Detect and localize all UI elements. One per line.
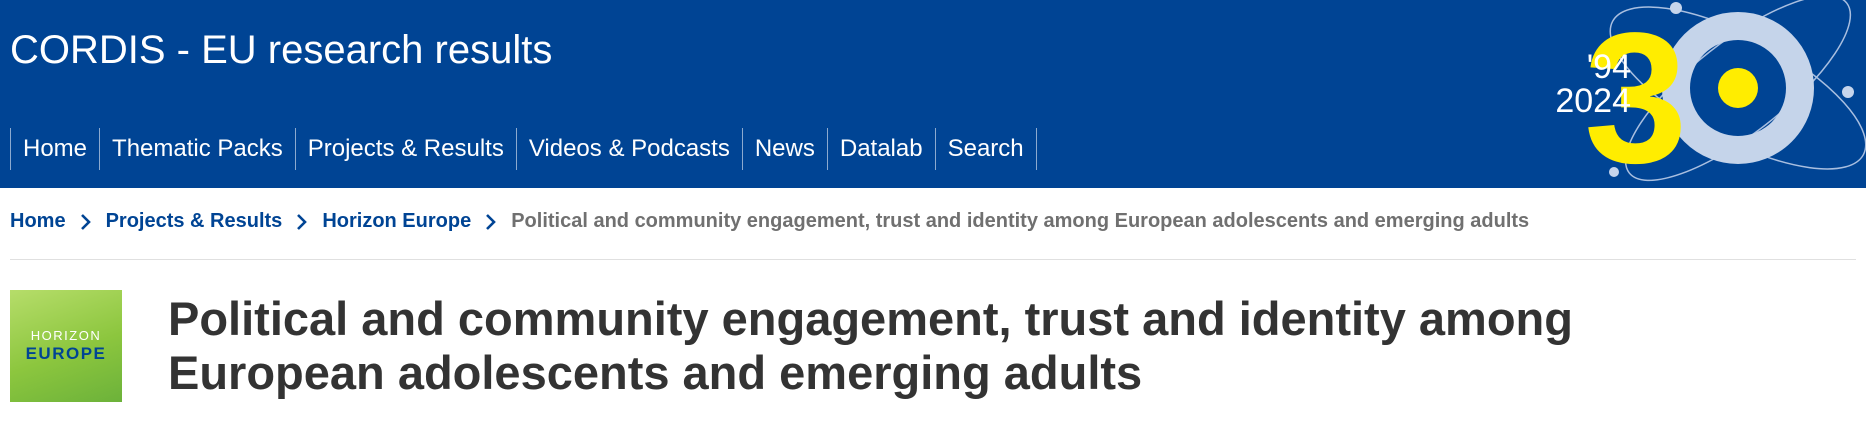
breadcrumb-current: Political and community engagement, trus… <box>511 210 1530 232</box>
nav-item-datalab[interactable]: Datalab <box>826 128 935 170</box>
page-title-line2: European adolescents and emerging adults <box>168 346 1143 399</box>
horizon-europe-logo-line1: HORIZON <box>30 328 102 343</box>
nav-item-projects-results[interactable]: Projects & Results <box>294 128 516 170</box>
horizon-europe-logo: HORIZON EUROPE <box>10 290 122 402</box>
chevron-right-icon <box>80 213 92 231</box>
breadcrumb: Home Projects & Results Horizon Europe P… <box>10 210 1529 233</box>
horizon-europe-logo-line2: EUROPE <box>25 344 107 363</box>
nav-item-videos-podcasts[interactable]: Videos & Podcasts <box>515 128 742 170</box>
breadcrumb-projects-results[interactable]: Projects & Results <box>106 210 283 233</box>
divider <box>10 259 1856 260</box>
nav-item-thematic-packs[interactable]: Thematic Packs <box>99 128 295 170</box>
nav-item-home[interactable]: Home <box>10 128 99 170</box>
nav-item-search[interactable]: Search <box>934 128 1037 170</box>
breadcrumb-home[interactable]: Home <box>10 210 66 233</box>
page-title: Political and community engagement, trus… <box>168 292 1668 400</box>
cordis-30-years-logo[interactable]: 3 '94 2024 <box>1500 0 1866 188</box>
nav-item-news[interactable]: News <box>741 128 827 170</box>
breadcrumb-horizon-europe[interactable]: Horizon Europe <box>322 210 471 233</box>
page-title-line1: Political and community engagement, trus… <box>168 292 1573 345</box>
anniversary-start-year: '94 <box>1587 48 1631 86</box>
zero-center-dot <box>1718 68 1758 108</box>
orbit-dot <box>1842 86 1854 98</box>
site-header: CORDIS - EU research results Home Themat… <box>0 0 1866 188</box>
site-title-link[interactable]: CORDIS - EU research results <box>10 22 552 78</box>
main-nav: Home Thematic Packs Projects & Results V… <box>10 128 1037 170</box>
chevron-right-icon <box>485 213 497 231</box>
anniversary-end-year: 2024 <box>1555 82 1631 120</box>
chevron-right-icon <box>296 213 308 231</box>
